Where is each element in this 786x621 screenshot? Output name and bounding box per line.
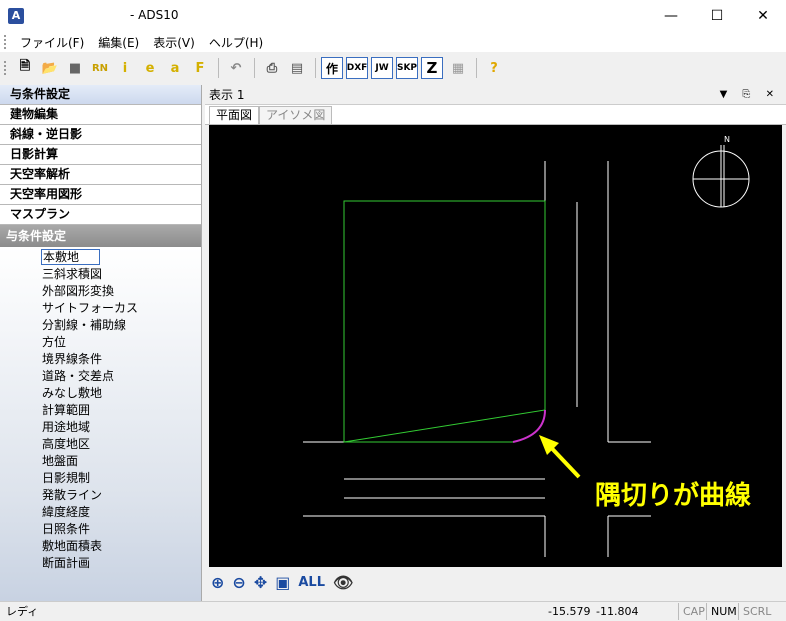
view-tabs: 平面図 アイソメ図 [205, 105, 786, 125]
toolbar-grip[interactable] [4, 61, 7, 75]
tree-item[interactable]: サイトフォーカス [0, 300, 201, 317]
tree-list: 本敷地 三斜求積図 外部図形変換 サイトフォーカス 分割線・補助線 方位 境界線… [0, 247, 201, 601]
status-y-coordinate: -11.804 [596, 605, 639, 618]
print-icon[interactable]: ⎙ [260, 56, 284, 80]
mode-button-z[interactable]: Z [421, 57, 443, 79]
status-scrl: SCRL [738, 603, 775, 620]
app-logo-icon[interactable]: A [8, 8, 24, 24]
rn-icon[interactable]: RN [88, 56, 112, 80]
tree-item[interactable]: 境界線条件 [0, 351, 201, 368]
settings-icon[interactable]: ▤ [285, 56, 309, 80]
zoom-toolbar: ⊕ ⊖ ✥ ▣ ALL 👁 [205, 567, 786, 597]
tree-item[interactable]: 断面計画 [0, 555, 201, 572]
compass-north-label: N [724, 135, 730, 144]
minimize-icon[interactable]: — [648, 0, 694, 32]
tree-item[interactable]: 緯度経度 [0, 504, 201, 521]
toolbar: 🗎 📂 ■ RN i e a F ↶ ⎙ ▤ 作 DXF JW SKP Z ▦ … [0, 53, 520, 83]
category-building-edit[interactable]: 建物編集 [0, 105, 201, 125]
help-icon[interactable]: ? [482, 56, 506, 80]
menu-file[interactable]: ファイル(F) [13, 34, 91, 51]
tree-item[interactable]: 敷地面積表 [0, 538, 201, 555]
tree-item[interactable]: 方位 [0, 334, 201, 351]
mode-button-saku[interactable]: 作 [321, 57, 343, 79]
status-ready: レディ [6, 605, 39, 618]
tree-item[interactable]: 計算範囲 [0, 402, 201, 419]
new-icon[interactable]: 🗎 [13, 56, 37, 80]
section-header: 与条件設定 [0, 225, 201, 247]
tree-item[interactable]: 三斜求積図 [0, 266, 201, 283]
mode-button-dxf[interactable]: DXF [346, 57, 368, 79]
tree-item[interactable]: みなし敷地 [0, 385, 201, 402]
pan-icon[interactable]: ✥ [254, 573, 267, 592]
a-icon[interactable]: a [163, 56, 187, 80]
category-shadow-calc[interactable]: 日影計算 [0, 145, 201, 165]
document-header: 表示 1 ▼ ⎘ ✕ [205, 85, 786, 105]
f-icon[interactable]: F [188, 56, 212, 80]
zoom-in-icon[interactable]: ⊕ [211, 573, 224, 592]
category-conditions[interactable]: 与条件設定 [0, 85, 201, 105]
category-mass-plan[interactable]: マスプラン [0, 205, 201, 225]
tree-item[interactable]: 高度地区 [0, 436, 201, 453]
status-x-coordinate: -15.579 [548, 605, 591, 618]
zoom-out-icon[interactable]: ⊖ [232, 573, 245, 592]
tab-isometric[interactable]: アイソメ図 [259, 106, 333, 124]
tree-item[interactable]: 用途地域 [0, 419, 201, 436]
tree-item[interactable]: 道路・交差点 [0, 368, 201, 385]
status-cap: CAP [678, 603, 709, 620]
zoom-window-icon[interactable]: ▣ [275, 573, 290, 592]
info-icon[interactable]: i [113, 56, 137, 80]
menu-help[interactable]: ヘルプ(H) [202, 34, 270, 51]
document-panel: 表示 1 ▼ ⎘ ✕ 平面図 アイソメ図 N 隅切りが曲線 ⊕ ⊖ ✥ ▣ AL… [205, 85, 786, 601]
tab-plan[interactable]: 平面図 [209, 106, 260, 124]
menu-bar: ファイル(F) 編集(E) 表示(V) ヘルプ(H) [0, 32, 786, 52]
tree-item[interactable]: 日影規制 [0, 470, 201, 487]
window-title: - ADS10 [130, 8, 179, 22]
category-sky-figure[interactable]: 天空率用図形 [0, 185, 201, 205]
left-panel: 与条件設定 建物編集 斜線・逆日影 日影計算 天空率解析 天空率用図形 マスプラ… [0, 85, 202, 601]
document-title: 表示 1 [209, 88, 245, 102]
building-icon[interactable]: ▦ [446, 56, 470, 80]
stop-icon[interactable]: ■ [63, 56, 87, 80]
drawing-canvas[interactable]: N 隅切りが曲線 [209, 125, 782, 567]
status-bar: レディ -15.579 -11.804 CAP NUM SCRL [0, 601, 786, 621]
grip-handle[interactable] [4, 35, 7, 49]
category-sky-analysis[interactable]: 天空率解析 [0, 165, 201, 185]
site-outline-edge [343, 201, 513, 443]
maximize-icon[interactable]: ☐ [694, 0, 740, 32]
category-slant-shadow[interactable]: 斜線・逆日影 [0, 125, 201, 145]
e-icon[interactable]: e [138, 56, 162, 80]
menu-view[interactable]: 表示(V) [146, 34, 202, 51]
close-icon[interactable]: ✕ [740, 0, 786, 32]
mode-button-skp[interactable]: SKP [396, 57, 418, 79]
site-outline [343, 200, 546, 443]
tree-item[interactable]: 地盤面 [0, 453, 201, 470]
view-eye-icon[interactable]: 👁 [333, 573, 353, 592]
annotation-text: 隅切りが曲線 [595, 481, 752, 511]
menu-edit[interactable]: 編集(E) [91, 34, 146, 51]
mode-button-jw[interactable]: JW [371, 57, 393, 79]
title-bar: A - ADS10 — ☐ ✕ [0, 0, 786, 32]
undo-icon[interactable]: ↶ [224, 56, 248, 80]
zoom-all-button[interactable]: ALL [298, 575, 325, 590]
tree-item[interactable]: 外部図形変換 [0, 283, 201, 300]
tree-item[interactable]: 分割線・補助線 [0, 317, 201, 334]
tree-item[interactable]: 本敷地 [0, 249, 201, 266]
tree-item[interactable]: 日照条件 [0, 521, 201, 538]
status-num: NUM [706, 603, 741, 620]
open-icon[interactable]: 📂 [38, 56, 62, 80]
tree-item[interactable]: 発散ライン [0, 487, 201, 504]
panel-controls[interactable]: ▼ ⎘ ✕ [720, 85, 780, 105]
